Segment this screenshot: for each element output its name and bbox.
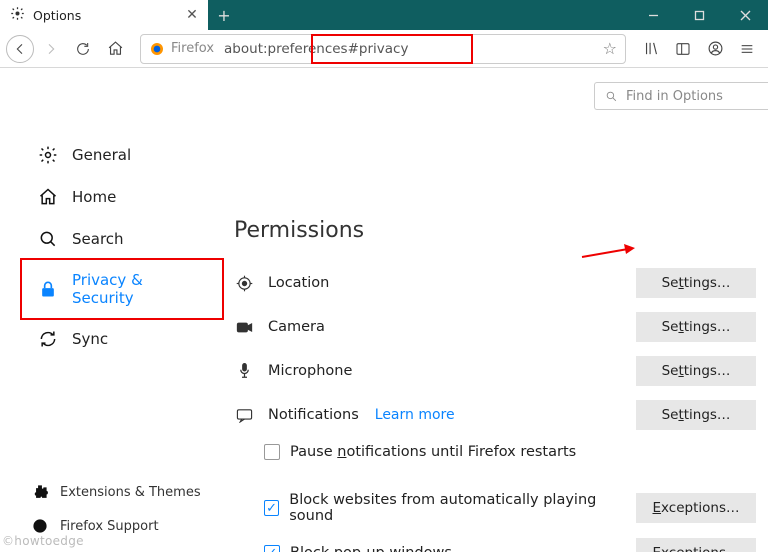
block-popups-row: Block pop-up windows Exceptions… bbox=[234, 531, 756, 552]
url-identity: Firefox bbox=[149, 41, 224, 57]
close-window-button[interactable] bbox=[722, 0, 768, 30]
firefox-icon bbox=[149, 41, 165, 57]
minimize-button[interactable] bbox=[630, 0, 676, 30]
sidebar-item-general[interactable]: General bbox=[28, 136, 218, 174]
section-heading: Permissions bbox=[234, 218, 756, 243]
sidebar-item-sync[interactable]: Sync bbox=[28, 320, 218, 358]
camera-settings-button[interactable]: Settings… bbox=[636, 312, 756, 342]
permissions-section: Permissions Location Settings… Camera Se… bbox=[230, 82, 768, 552]
block-autoplay-row: Block websites from automatically playin… bbox=[234, 485, 756, 531]
url-bar[interactable]: Firefox about:preferences#privacy ☆ bbox=[140, 34, 626, 64]
permission-row-microphone: Microphone Settings… bbox=[234, 349, 756, 393]
sidebar-footer: Extensions & Themes Firefox Support bbox=[28, 476, 218, 542]
new-tab-button[interactable]: + bbox=[208, 0, 240, 30]
location-icon bbox=[234, 275, 254, 292]
sidebar-item-label: Sync bbox=[72, 330, 108, 348]
notifications-settings-button[interactable]: Settings… bbox=[636, 400, 756, 430]
back-button[interactable] bbox=[6, 35, 34, 63]
url-text: about:preferences#privacy bbox=[224, 41, 408, 57]
gear-icon bbox=[10, 6, 25, 25]
sidebar-item-label: Firefox Support bbox=[60, 519, 159, 534]
permission-row-location: Location Settings… bbox=[234, 261, 756, 305]
lock-icon bbox=[38, 279, 58, 299]
find-placeholder: Find in Options bbox=[626, 89, 723, 104]
sidebar-item-search[interactable]: Search bbox=[28, 220, 218, 258]
permission-label: Camera bbox=[268, 319, 325, 335]
popups-exceptions-button[interactable]: Exceptions… bbox=[636, 538, 756, 552]
checkbox-label: Block pop-up windows bbox=[290, 545, 452, 552]
tab-close-icon[interactable]: ✕ bbox=[184, 7, 200, 23]
content: General Home Search Privacy & Security S… bbox=[0, 68, 768, 552]
permission-row-notifications: Notifications Learn more Settings… bbox=[234, 393, 756, 437]
bookmark-star-icon[interactable]: ☆ bbox=[603, 39, 617, 58]
block-autoplay-checkbox[interactable] bbox=[264, 500, 279, 516]
sidebar-item-privacy[interactable]: Privacy & Security bbox=[28, 262, 218, 316]
sync-icon bbox=[38, 329, 58, 349]
account-button[interactable] bbox=[700, 34, 730, 64]
checkbox-label: Pause notifications until Firefox restar… bbox=[290, 444, 576, 460]
main-panel: Find in Options Permissions Location Set… bbox=[230, 68, 768, 552]
search-icon bbox=[605, 90, 618, 103]
sidebar-item-label: Search bbox=[72, 230, 124, 248]
pause-notifications-row: Pause notifications until Firefox restar… bbox=[234, 437, 756, 467]
toolbar: Firefox about:preferences#privacy ☆ bbox=[0, 30, 768, 68]
autoplay-exceptions-button[interactable]: Exceptions… bbox=[636, 493, 756, 523]
permission-label: Microphone bbox=[268, 363, 352, 379]
nav-list: General Home Search Privacy & Security S… bbox=[28, 136, 218, 358]
watermark: ©howtoedge bbox=[2, 534, 84, 548]
sidebar-extensions[interactable]: Extensions & Themes bbox=[28, 476, 218, 508]
sidebar-item-label: Privacy & Security bbox=[72, 271, 208, 307]
notifications-icon bbox=[234, 408, 254, 423]
browser-tab[interactable]: Options ✕ bbox=[0, 0, 208, 30]
url-identity-label: Firefox bbox=[171, 41, 214, 56]
sidebar-item-label: Home bbox=[72, 188, 116, 206]
window-controls bbox=[630, 0, 768, 30]
gear-icon bbox=[38, 145, 58, 165]
permission-label: Notifications bbox=[268, 407, 359, 423]
forward-button[interactable] bbox=[36, 34, 66, 64]
sidebar: General Home Search Privacy & Security S… bbox=[0, 68, 230, 552]
sidebar-item-home[interactable]: Home bbox=[28, 178, 218, 216]
puzzle-icon bbox=[30, 482, 50, 502]
learn-more-link[interactable]: Learn more bbox=[375, 407, 455, 423]
maximize-button[interactable] bbox=[676, 0, 722, 30]
home-icon bbox=[38, 187, 58, 207]
home-button[interactable] bbox=[100, 34, 130, 64]
titlebar: Options ✕ + bbox=[0, 0, 768, 30]
checkbox-label: Block websites from automatically playin… bbox=[289, 492, 626, 524]
library-button[interactable] bbox=[636, 34, 666, 64]
camera-icon bbox=[234, 320, 254, 335]
search-icon bbox=[38, 229, 58, 249]
permission-label: Location bbox=[268, 275, 329, 291]
pause-notifications-checkbox[interactable] bbox=[264, 444, 280, 460]
microphone-settings-button[interactable]: Settings… bbox=[636, 356, 756, 386]
sidebar-item-label: General bbox=[72, 146, 131, 164]
sidebar-item-label: Extensions & Themes bbox=[60, 485, 201, 500]
permission-row-camera: Camera Settings… bbox=[234, 305, 756, 349]
help-icon bbox=[30, 516, 50, 536]
menu-button[interactable] bbox=[732, 34, 762, 64]
reload-button[interactable] bbox=[68, 34, 98, 64]
microphone-icon bbox=[234, 362, 254, 380]
tab-title: Options bbox=[33, 8, 184, 23]
find-in-options[interactable]: Find in Options bbox=[594, 82, 768, 110]
block-popups-checkbox[interactable] bbox=[264, 545, 280, 552]
sidebar-toggle-button[interactable] bbox=[668, 34, 698, 64]
location-settings-button[interactable]: Settings… bbox=[636, 268, 756, 298]
